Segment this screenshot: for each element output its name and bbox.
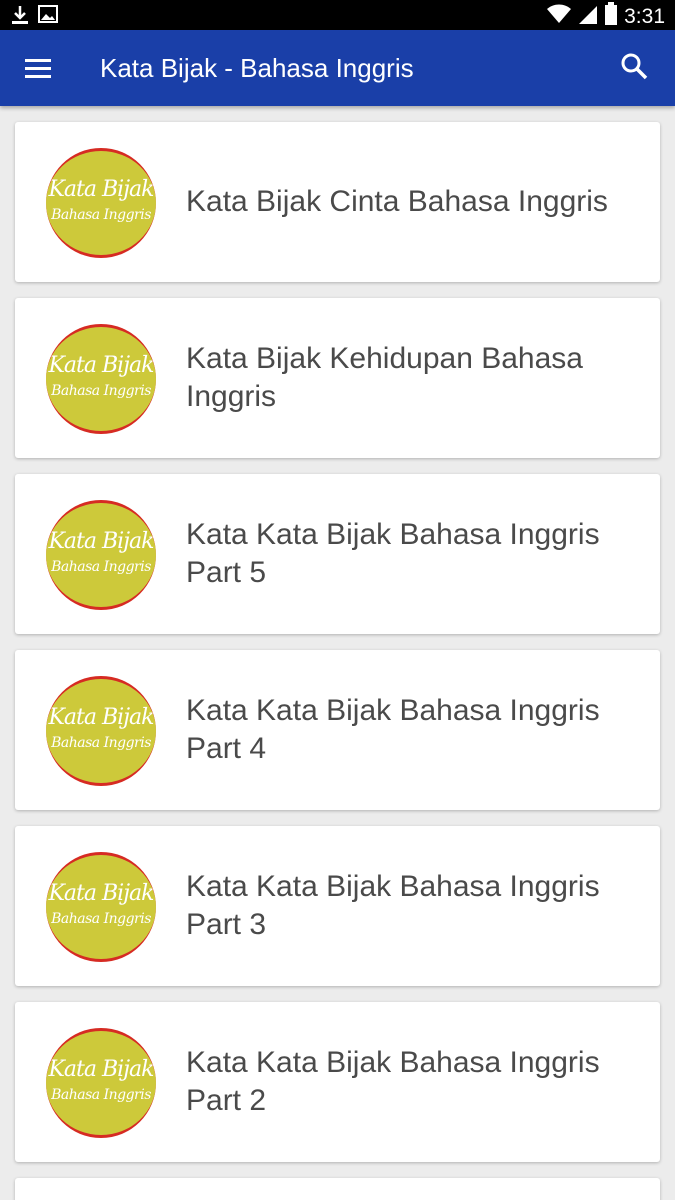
list-item-title: Kata Kata Bijak Bahasa Inggris Part 5 bbox=[186, 518, 600, 589]
list-item[interactable] bbox=[15, 1178, 660, 1200]
signal-icon bbox=[578, 3, 598, 30]
logo-line2: Bahasa Inggris bbox=[51, 735, 151, 751]
image-icon bbox=[38, 4, 58, 31]
logo-line2: Bahasa Inggris bbox=[51, 559, 151, 575]
list-item[interactable]: Kata Bijak Bahasa Inggris Kata Kata Bijak … bbox=[15, 650, 660, 810]
status-bar: 3:31 bbox=[0, 0, 675, 30]
app-logo: Kata Bijak Bahasa Inggris bbox=[46, 324, 156, 434]
search-icon bbox=[621, 53, 648, 80]
list-item[interactable]: Kata Bijak Bahasa Inggris Kata Kata Bijak … bbox=[15, 1002, 660, 1162]
app-bar: Kata Bijak - Bahasa Inggris bbox=[0, 30, 675, 106]
app-logo: Kata Bijak Bahasa Inggris bbox=[46, 852, 156, 962]
logo-line2: Bahasa Inggris bbox=[51, 1087, 151, 1103]
logo-line1: Kata Bijak bbox=[48, 353, 155, 378]
logo-line1: Kata Bijak bbox=[48, 177, 155, 202]
battery-icon bbox=[604, 2, 618, 31]
list-item[interactable]: Kata Bijak Bahasa Inggris Kata Bijak Cinta… bbox=[15, 122, 660, 282]
logo-line1: Kata Bijak bbox=[48, 881, 155, 906]
logo-line1: Kata Bijak bbox=[48, 705, 155, 730]
app-logo: Kata Bijak Bahasa Inggris bbox=[46, 1028, 156, 1138]
search-button[interactable] bbox=[619, 50, 651, 84]
wifi-icon bbox=[546, 3, 572, 30]
download-icon bbox=[10, 4, 30, 31]
app-logo: Kata Bijak Bahasa Inggris bbox=[46, 676, 156, 786]
menu-button[interactable] bbox=[22, 52, 56, 86]
list-item-title: Kata Bijak Kehidupan Bahasa Inggris bbox=[186, 342, 583, 413]
list-item-title: Kata Kata Bijak Bahasa Inggris Part 2 bbox=[186, 1046, 600, 1117]
logo-line1: Kata Bijak bbox=[48, 1057, 155, 1082]
list-item[interactable]: Kata Bijak Bahasa Inggris Kata Kata Bijak … bbox=[15, 826, 660, 986]
item-list: Kata Bijak Bahasa Inggris Kata Bijak Cinta… bbox=[15, 122, 660, 1200]
app-logo: Kata Bijak Bahasa Inggris bbox=[46, 148, 156, 258]
logo-line2: Bahasa Inggris bbox=[51, 383, 151, 399]
app-logo: Kata Bijak Bahasa Inggris bbox=[46, 500, 156, 610]
hamburger-menu-icon bbox=[25, 59, 51, 78]
list-item-title: Kata Kata Bijak Bahasa Inggris Part 4 bbox=[186, 694, 600, 765]
logo-line2: Bahasa Inggris bbox=[51, 207, 151, 223]
list-item[interactable]: Kata Bijak Bahasa Inggris Kata Bijak Kehid… bbox=[15, 298, 660, 458]
list-item[interactable]: Kata Bijak Bahasa Inggris Kata Kata Bijak … bbox=[15, 474, 660, 634]
logo-line1: Kata Bijak bbox=[48, 529, 155, 554]
app-title: Kata Bijak - Bahasa Inggris bbox=[100, 53, 414, 83]
logo-line2: Bahasa Inggris bbox=[51, 911, 151, 927]
status-time: 3:31 bbox=[624, 4, 665, 28]
list-item-title: Kata Bijak Cinta Bahasa Inggris bbox=[186, 185, 608, 218]
list-item-title: Kata Kata Bijak Bahasa Inggris Part 3 bbox=[186, 870, 600, 941]
